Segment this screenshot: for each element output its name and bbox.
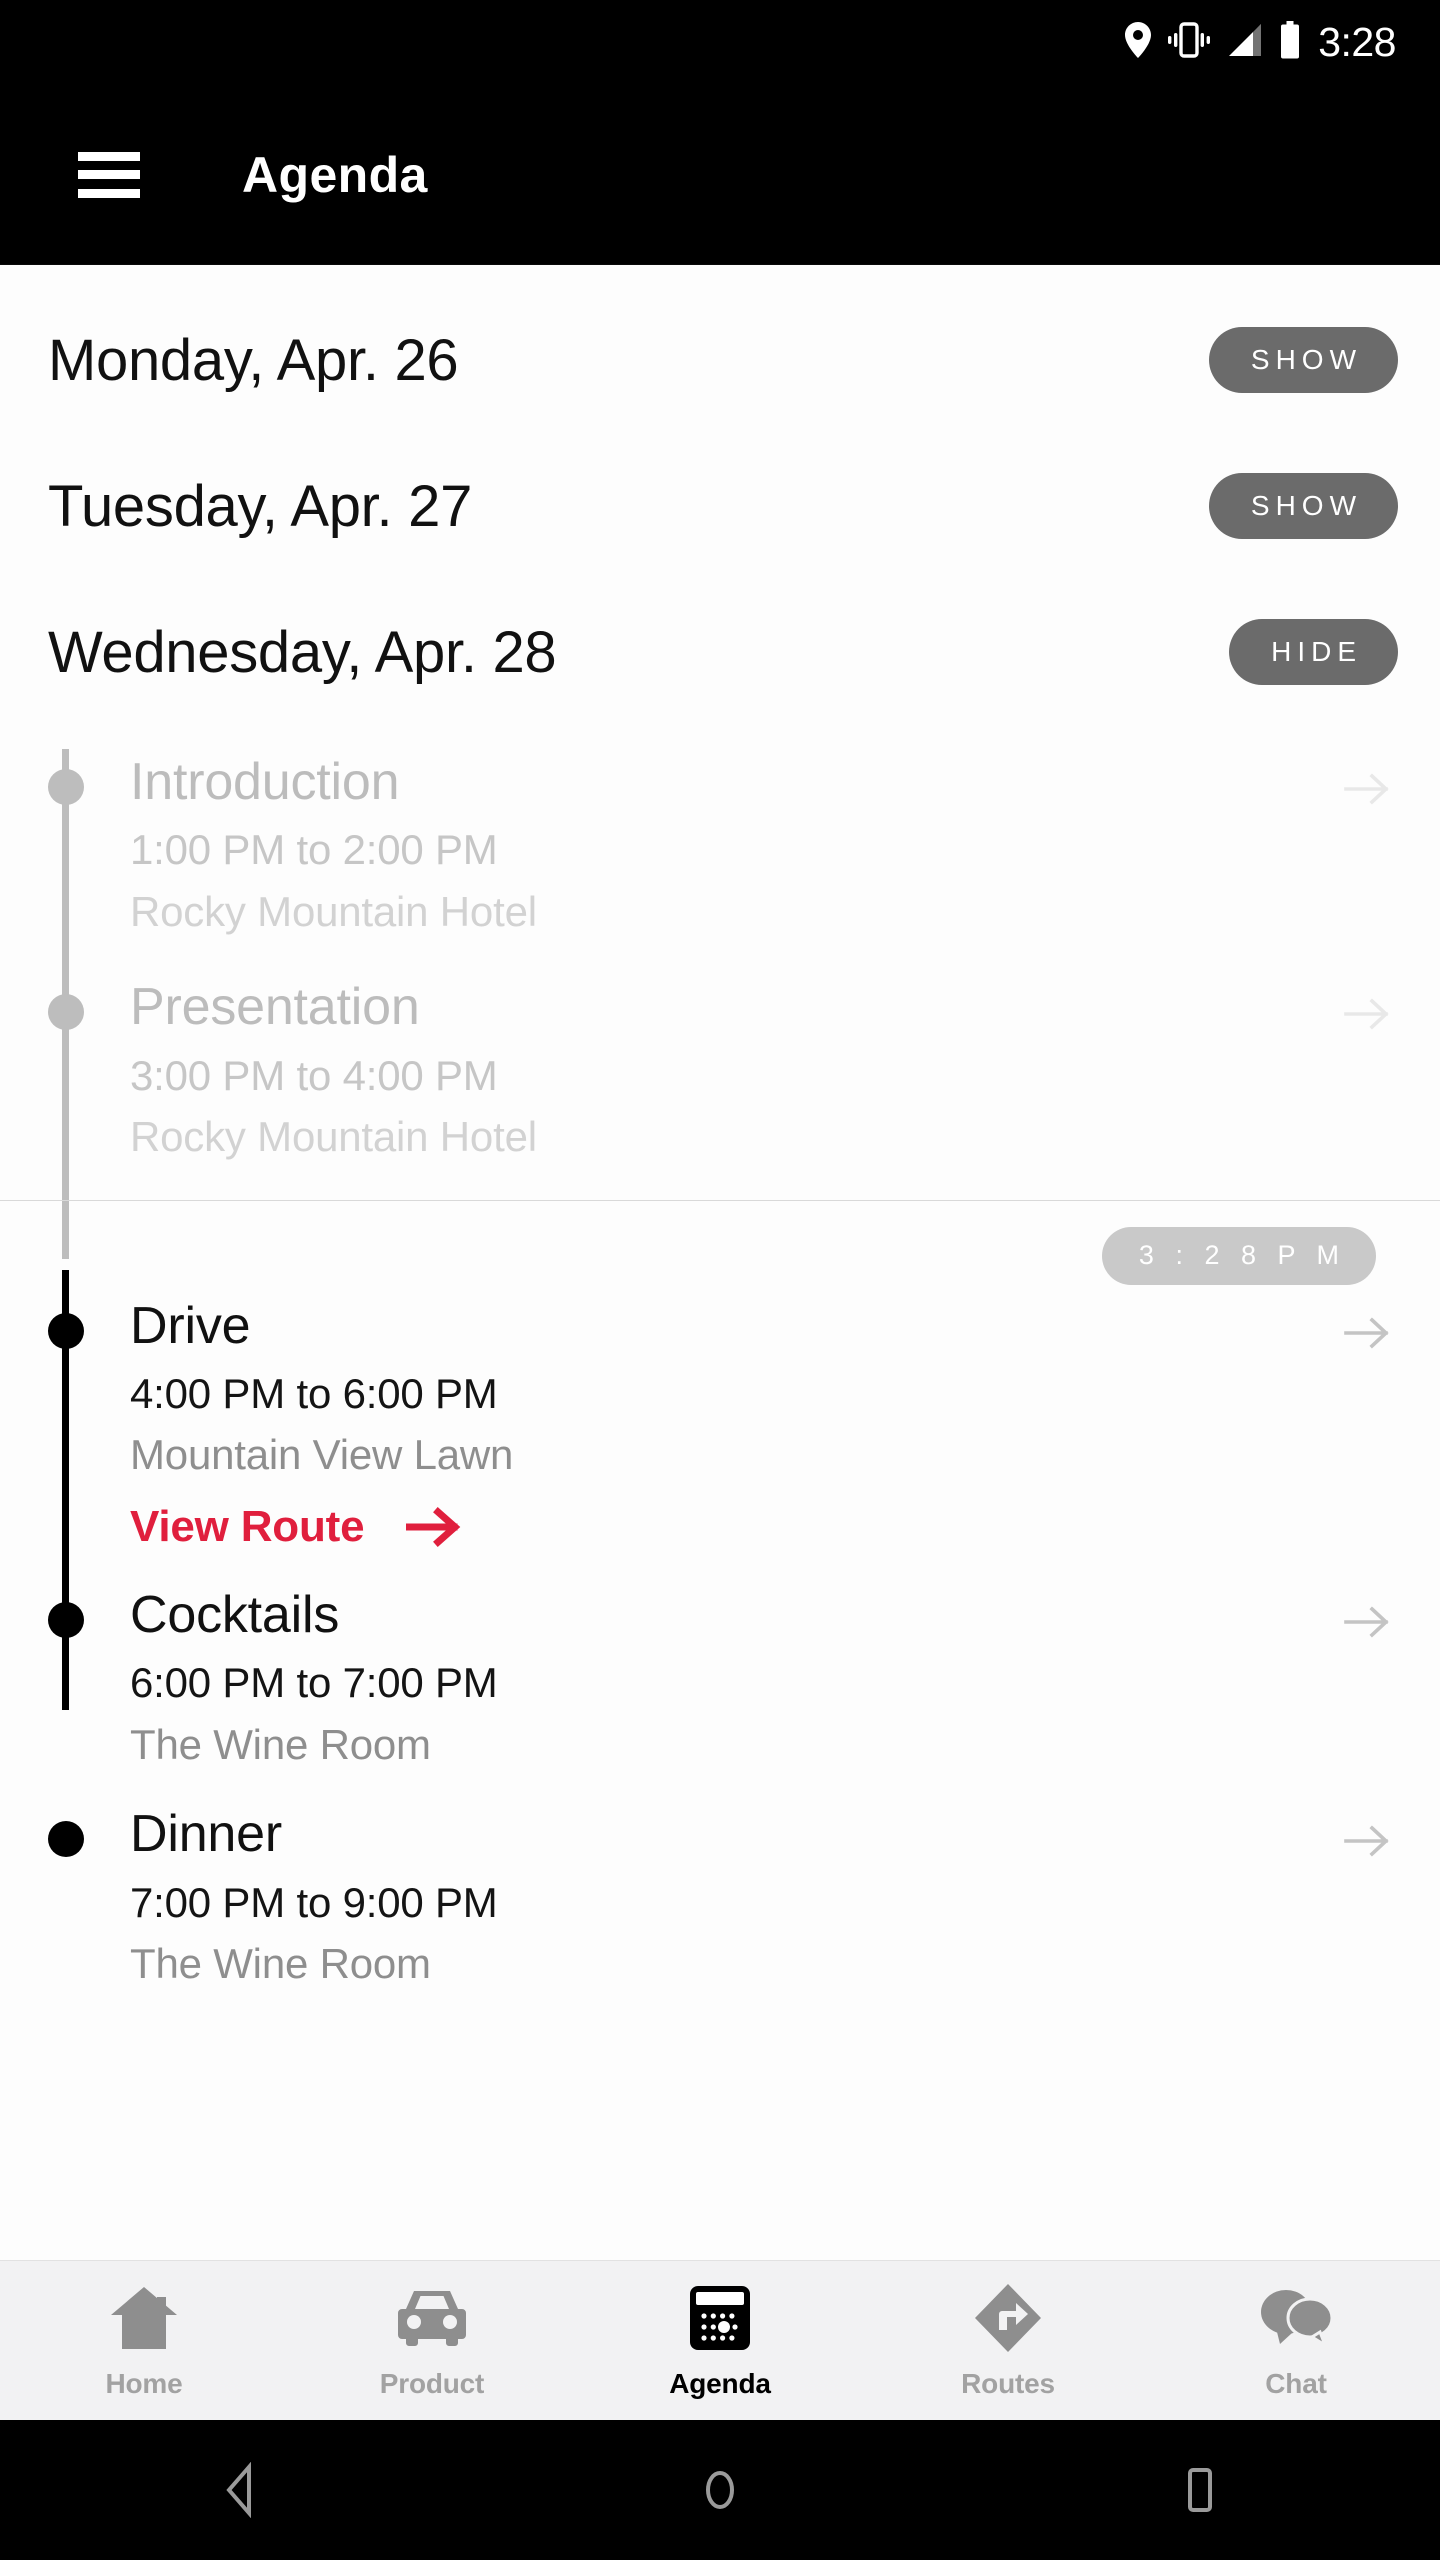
- event-body: Cocktails 6:00 PM to 7:00 PM The Wine Ro…: [130, 1586, 1344, 1769]
- agenda-content: Monday, Apr. 26 SHOW Tuesday, Apr. 27 SH…: [0, 265, 1440, 2260]
- event-row-introduction[interactable]: Introduction 1:00 PM to 2:00 PM Rocky Mo…: [0, 753, 1440, 936]
- nav-label-product: Product: [379, 2367, 485, 2399]
- event-location: Mountain View Lawn: [130, 1431, 514, 1479]
- nav-item-home[interactable]: Home: [0, 2261, 288, 2420]
- event-time: 4:00 PM to 6:00 PM: [130, 1369, 498, 1417]
- event-body: Dinner 7:00 PM to 9:00 PM The Wine Room: [130, 1805, 1344, 1988]
- day-label: Tuesday, Apr. 27: [48, 473, 473, 539]
- menu-bar-1: [78, 151, 140, 161]
- house-icon: [109, 2282, 179, 2354]
- event-location: The Wine Room: [130, 1720, 431, 1768]
- event-row-presentation[interactable]: Presentation 3:00 PM to 4:00 PM Rocky Mo…: [0, 978, 1440, 1161]
- event-location: The Wine Room: [130, 1940, 431, 1988]
- day-toggle-button-monday[interactable]: SHOW: [1208, 327, 1398, 393]
- app-bar: Agenda: [0, 85, 1440, 265]
- vibrate-icon: [1168, 22, 1211, 63]
- event-title: Cocktails: [130, 1585, 340, 1644]
- day-label: Wednesday, Apr. 28: [48, 619, 557, 685]
- current-time-divider: [0, 1199, 1440, 1201]
- event-time: 1:00 PM to 2:00 PM: [130, 826, 498, 874]
- status-icon-group: [1125, 21, 1300, 64]
- view-route-link[interactable]: View Route: [130, 1502, 462, 1552]
- nav-item-agenda[interactable]: Agenda: [576, 2261, 864, 2420]
- day-toggle-button-wednesday[interactable]: HIDE: [1229, 619, 1398, 685]
- home-circle-icon[interactable]: [660, 2462, 780, 2518]
- event-row-dinner[interactable]: Dinner 7:00 PM to 9:00 PM The Wine Room: [0, 1805, 1440, 1988]
- nav-item-product[interactable]: Product: [288, 2261, 576, 2420]
- event-arrow-icon[interactable]: [1344, 753, 1398, 809]
- day-label: Monday, Apr. 26: [48, 327, 459, 393]
- day-row-tuesday[interactable]: Tuesday, Apr. 27 SHOW: [0, 433, 1440, 579]
- nav-item-routes[interactable]: Routes: [864, 2261, 1152, 2420]
- event-body: Drive 4:00 PM to 6:00 PM Mountain View L…: [130, 1297, 1344, 1552]
- status-bar-clock: 3:28: [1318, 19, 1396, 65]
- event-title: Drive: [130, 1296, 251, 1355]
- timeline-dot-past: [48, 994, 84, 1031]
- phone-screen: 3:28 Agenda Monday, Apr. 26 SHOW Tuesday…: [0, 0, 1440, 2560]
- timeline-dot-current: [48, 1312, 84, 1349]
- page-title: Agenda: [242, 146, 428, 203]
- event-title: Introduction: [130, 753, 400, 811]
- car-icon: [394, 2282, 470, 2354]
- view-route-arrow-icon: [406, 1505, 462, 1549]
- status-bar: 3:28: [0, 0, 1440, 85]
- menu-bar-2: [78, 170, 140, 179]
- event-row-cocktails[interactable]: Cocktails 6:00 PM to 7:00 PM The Wine Ro…: [0, 1586, 1440, 1769]
- day-row-wednesday[interactable]: Wednesday, Apr. 28 HIDE: [0, 579, 1440, 725]
- event-arrow-icon[interactable]: [1344, 1805, 1398, 1861]
- nav-label-chat: Chat: [1265, 2367, 1327, 2399]
- recents-square-icon[interactable]: [1140, 2462, 1260, 2518]
- nav-label-agenda: Agenda: [669, 2367, 771, 2399]
- menu-bar-3: [78, 188, 140, 198]
- event-arrow-icon[interactable]: [1344, 1297, 1398, 1353]
- timeline-dot-past: [48, 769, 84, 805]
- bottom-navigation-bar: Home Product Agenda Routes Chat: [0, 2260, 1440, 2420]
- timeline-dot-current: [48, 1821, 84, 1858]
- day-toggle-button-tuesday[interactable]: SHOW: [1208, 473, 1398, 539]
- event-body: Presentation 3:00 PM to 4:00 PM Rocky Mo…: [130, 978, 1344, 1161]
- current-time-badge-row: 3 : 2 8 P M: [0, 1226, 1440, 1285]
- nav-item-chat[interactable]: Chat: [1152, 2261, 1440, 2420]
- back-triangle-icon[interactable]: [180, 2462, 300, 2518]
- event-location: Rocky Mountain Hotel: [130, 1113, 537, 1161]
- android-navigation-bar: [0, 2420, 1440, 2560]
- event-location: Rocky Mountain Hotel: [130, 887, 537, 935]
- signal-icon: [1227, 22, 1263, 63]
- event-time: 3:00 PM to 4:00 PM: [130, 1051, 498, 1099]
- chat-bubbles-icon: [1256, 2282, 1336, 2354]
- nav-label-routes: Routes: [961, 2367, 1055, 2399]
- event-title: Dinner: [130, 1805, 282, 1864]
- event-row-drive[interactable]: Drive 4:00 PM to 6:00 PM Mountain View L…: [0, 1297, 1440, 1552]
- event-time: 6:00 PM to 7:00 PM: [130, 1659, 498, 1707]
- view-route-label: View Route: [130, 1501, 365, 1551]
- calendar-icon: [688, 2282, 752, 2354]
- navigation-icon: [973, 2282, 1043, 2354]
- timeline-dot-current: [48, 1601, 84, 1638]
- battery-icon: [1280, 21, 1300, 64]
- day-row-monday[interactable]: Monday, Apr. 26 SHOW: [0, 287, 1440, 433]
- event-arrow-icon[interactable]: [1344, 1586, 1398, 1642]
- hamburger-menu-icon[interactable]: [78, 151, 140, 198]
- event-timeline: Introduction 1:00 PM to 2:00 PM Rocky Mo…: [0, 725, 1440, 1989]
- event-arrow-icon[interactable]: [1344, 978, 1398, 1034]
- event-title: Presentation: [130, 978, 420, 1037]
- current-time-badge: 3 : 2 8 P M: [1101, 1226, 1376, 1285]
- event-time: 7:00 PM to 9:00 PM: [130, 1878, 498, 1926]
- event-body: Introduction 1:00 PM to 2:00 PM Rocky Mo…: [130, 753, 1344, 936]
- nav-label-home: Home: [105, 2367, 183, 2399]
- location-pin-icon: [1125, 22, 1152, 63]
